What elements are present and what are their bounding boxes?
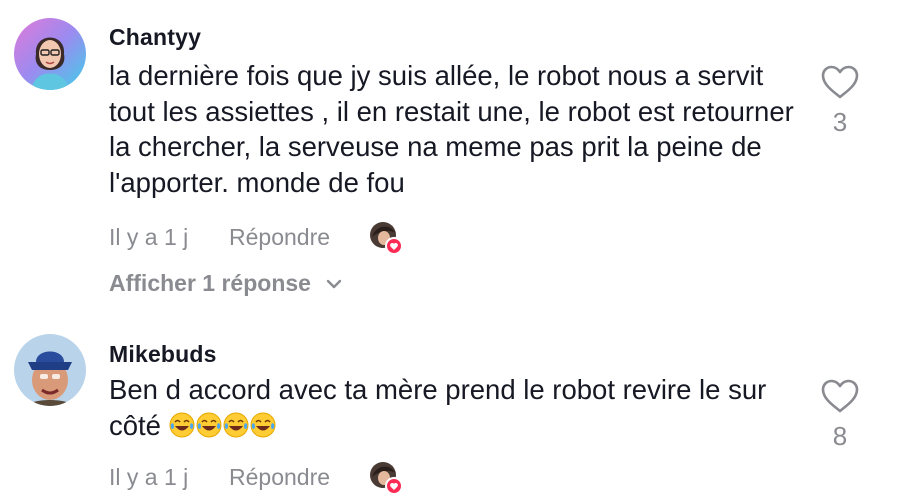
comment-item: Chantyy la dernière fois que jy suis all… [0, 0, 906, 310]
like-count: 8 [832, 421, 848, 451]
heart-outline-icon[interactable] [820, 378, 860, 414]
like-control[interactable]: 8 [820, 378, 860, 452]
view-replies-label: Afficher 1 réponse [109, 270, 311, 296]
like-count: 3 [832, 107, 848, 137]
avatar[interactable] [14, 18, 86, 90]
username[interactable]: Chantyy [109, 24, 201, 51]
comment-text: Ben d accord avec ta mère prend le robot… [109, 372, 799, 443]
view-replies-button[interactable]: Afficher 1 réponse [109, 270, 343, 297]
laughing-emoji-icon [169, 410, 277, 441]
comment-item: Mikebuds Ben d accord avec ta mère prend… [0, 310, 906, 500]
comment-text: la dernière fois que jy suis allée, le r… [109, 60, 794, 198]
username[interactable]: Mikebuds [109, 341, 217, 368]
creator-liked-badge-icon [369, 221, 403, 255]
comment-timestamp: Il y a 1 j [109, 224, 189, 250]
avatar[interactable] [14, 334, 86, 406]
creator-liked-badge-icon [369, 461, 403, 495]
reply-button[interactable]: Répondre [229, 224, 330, 251]
like-control[interactable]: 3 [820, 64, 860, 138]
chevron-down-icon [327, 279, 342, 289]
comment-timestamp: Il y a 1 j [109, 464, 189, 490]
heart-outline-icon[interactable] [820, 64, 860, 100]
reply-button[interactable]: Répondre [229, 464, 330, 491]
